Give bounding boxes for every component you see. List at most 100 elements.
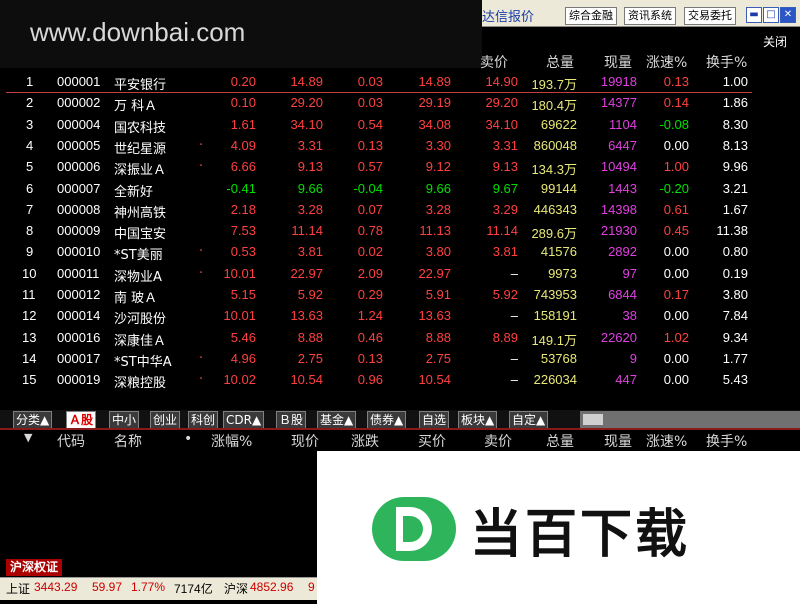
cell-name[interactable]: 全新好 (114, 181, 153, 200)
cell-spd: 0.45 (663, 223, 689, 239)
cell-name[interactable]: 深粮控股 (114, 372, 166, 391)
daxin-quote-link[interactable]: 达信报价 (482, 6, 534, 25)
cell-bid: 34.08 (418, 116, 451, 132)
cell-spd: -0.20 (659, 180, 689, 196)
scrollbar-thumb[interactable] (583, 414, 603, 425)
lower-col-bid[interactable]: 买价 (418, 431, 446, 451)
lower-col-price[interactable]: 现价 (291, 431, 319, 451)
lower-col-pct[interactable]: 涨幅% (211, 431, 252, 451)
cell-price: 34.10 (290, 116, 323, 132)
cell-code[interactable]: 000002 (57, 95, 100, 110)
lower-col-current[interactable]: 现量 (604, 431, 632, 451)
finance-button[interactable]: 综合金融 (565, 7, 617, 25)
cell-bid: 3.30 (425, 137, 451, 153)
cell-name[interactable]: 万 科Ａ (114, 95, 157, 114)
maximize-icon[interactable]: □ (763, 7, 779, 23)
lower-col-speed[interactable]: 涨速% (646, 431, 687, 451)
col-volume[interactable]: 总量 (546, 52, 574, 72)
cell-name[interactable]: 沙河股份 (114, 308, 166, 327)
cell-code[interactable]: 000001 (57, 74, 100, 89)
cell-vol: 226034 (533, 372, 577, 388)
cell-vol: 99144 (540, 180, 577, 196)
cell-pct: 0.53 (230, 244, 256, 260)
cell-price: 9.13 (297, 159, 323, 175)
cell-code[interactable]: 000008 (57, 202, 100, 217)
col-ask[interactable]: 卖价 (480, 52, 508, 72)
lower-col-turnover[interactable]: 换手% (706, 431, 747, 451)
cell-idx: 15 (22, 372, 37, 388)
cell-turn: 0.19 (722, 265, 748, 281)
cell-code[interactable]: 000009 (57, 223, 100, 238)
cell-name[interactable]: 南 玻Ａ (114, 287, 157, 306)
cell-idx: 5 (26, 159, 34, 175)
sz-index-value: 4852.96 (250, 580, 294, 594)
cell-name[interactable]: 平安银行 (114, 74, 166, 93)
cell-code[interactable]: 000017 (57, 351, 100, 366)
cell-code[interactable]: 000005 (57, 138, 100, 153)
close-icon[interactable]: ✕ (780, 7, 796, 23)
cell-name[interactable]: 国农科技 (114, 117, 166, 136)
cell-code[interactable]: 000010 (57, 244, 100, 259)
cell-spd: 0.00 (663, 244, 689, 260)
cell-ask: – (510, 308, 518, 324)
cell-name[interactable]: 深振业Ａ (114, 159, 166, 178)
cell-mark: · (199, 159, 204, 175)
cell-name[interactable]: 中国宝安 (114, 223, 166, 242)
cell-name[interactable]: 世纪星源 (114, 138, 166, 157)
cell-spd: 0.17 (663, 287, 689, 302)
cell-code[interactable]: 000016 (57, 330, 100, 345)
cell-vol: 134.3万 (531, 162, 577, 178)
cell-bid: 3.28 (425, 201, 451, 217)
lower-col-name[interactable]: 名称 (114, 431, 142, 451)
cell-bid: 8.88 (425, 329, 451, 345)
horizontal-scrollbar[interactable] (580, 411, 800, 428)
cell-idx: 11 (22, 287, 36, 302)
cell-code[interactable]: 000014 (57, 308, 100, 323)
sh-index-label: 上证 (6, 582, 31, 596)
cell-bid: 14.89 (418, 74, 451, 89)
minimize-icon[interactable]: ▬ (746, 7, 762, 23)
sz-index-label: 沪深 (224, 582, 249, 596)
cell-code[interactable]: 000019 (57, 372, 100, 387)
trade-order-button[interactable]: 交易委托 (684, 7, 736, 25)
cell-code[interactable]: 000006 (57, 159, 100, 174)
cell-name[interactable]: 神州高铁 (114, 202, 166, 221)
cell-ask: 3.29 (492, 201, 518, 217)
cell-chg: 0.13 (357, 137, 383, 153)
logo-text: 当百下载 (470, 505, 691, 565)
cell-chg: 0.54 (357, 116, 383, 132)
cell-chg: -0.04 (353, 180, 383, 196)
cell-turn: 3.80 (722, 287, 748, 302)
sh-index-value: 3443.29 (34, 580, 78, 594)
sort-chevron-down-icon[interactable]: ▼ (24, 431, 32, 444)
cell-idx: 13 (22, 329, 37, 345)
cell-code[interactable]: 000012 (57, 287, 100, 302)
cell-cur: 10494 (600, 159, 637, 175)
cell-price: 10.54 (290, 372, 323, 388)
cell-pct: 2.18 (230, 201, 256, 217)
lower-col-code[interactable]: 代码 (57, 431, 85, 451)
col-speed[interactable]: 涨速% (646, 52, 687, 72)
cell-cur: 38 (622, 308, 637, 324)
market-tab-warrants[interactable]: 沪深权证 (6, 559, 63, 576)
cell-code[interactable]: 000007 (57, 181, 100, 196)
lower-col-change[interactable]: 涨跌 (351, 431, 379, 451)
close-link[interactable]: 关闭 (763, 33, 787, 50)
cell-vol: 289.6万 (531, 226, 577, 242)
col-turnover[interactable]: 换手% (706, 52, 747, 72)
cell-name[interactable]: *ST中华A (114, 351, 172, 370)
cell-code[interactable]: 000011 (57, 266, 99, 281)
cell-mark: · (199, 137, 204, 153)
cell-code[interactable]: 000004 (57, 117, 100, 132)
lower-col-volume[interactable]: 总量 (546, 431, 574, 451)
cell-name[interactable]: 深物业A (114, 266, 162, 285)
cell-chg: 1.24 (357, 308, 383, 324)
lower-col-ask[interactable]: 卖价 (484, 431, 512, 451)
cell-turn: 5.43 (722, 372, 748, 388)
watermark-text: www.downbai.com (30, 17, 246, 47)
col-current[interactable]: 现量 (604, 52, 632, 72)
cell-name[interactable]: 深康佳Ａ (114, 330, 166, 349)
info-system-button[interactable]: 资讯系统 (624, 7, 676, 25)
cell-spd: 0.14 (663, 95, 689, 111)
cell-name[interactable]: *ST美丽 (114, 244, 163, 263)
